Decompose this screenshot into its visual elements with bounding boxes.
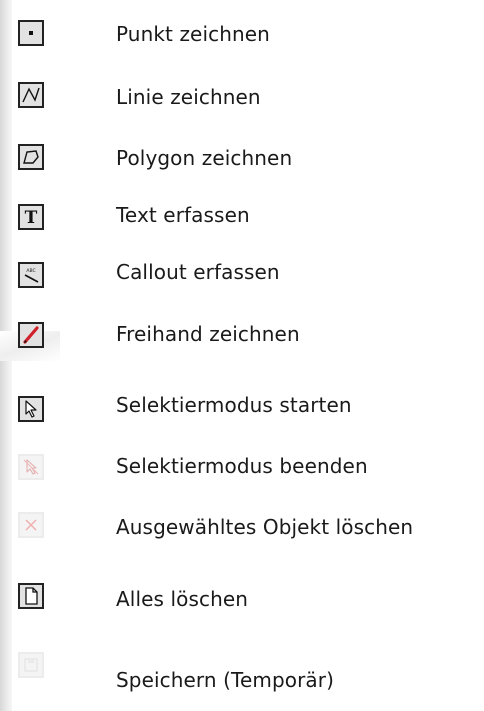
- tool-label-save: Speichern (Temporär): [116, 668, 334, 692]
- tool-row-line: Linie zeichnen: [0, 78, 484, 118]
- tool-label-polygon: Polygon zeichnen: [116, 146, 293, 170]
- tool-row-save: Speichern (Temporär): [0, 650, 484, 692]
- tool-label-point: Punkt zeichnen: [116, 22, 270, 46]
- draw-polygon-button[interactable]: [18, 144, 44, 170]
- tool-row-select-start: Selektiermodus starten: [0, 390, 484, 430]
- tool-row-polygon: Polygon zeichnen: [0, 140, 484, 180]
- save-icon: [24, 658, 38, 672]
- tool-row-select-end: Selektiermodus beenden: [0, 448, 484, 488]
- text-icon: T: [25, 208, 38, 228]
- tool-row-freehand: Freihand zeichnen: [0, 318, 484, 358]
- end-select-mode-button[interactable]: [18, 454, 44, 480]
- draw-line-button[interactable]: [18, 82, 44, 108]
- tool-label-callout: Callout erfassen: [116, 260, 280, 284]
- svg-text:ABC: ABC: [26, 268, 35, 274]
- tool-label-clear-all: Alles löschen: [116, 587, 249, 611]
- point-icon: [29, 31, 33, 35]
- tool-row-delete-selected: Ausgewähltes Objekt löschen: [0, 508, 484, 548]
- line-icon: [22, 87, 40, 103]
- polygon-icon: [23, 150, 39, 164]
- tool-row-text: T Text erfassen: [0, 198, 484, 238]
- tool-label-freehand: Freihand zeichnen: [116, 322, 300, 346]
- new-document-icon: [25, 587, 38, 605]
- tool-label-delete-selected: Ausgewähltes Objekt löschen: [116, 515, 414, 539]
- svg-text:T: T: [25, 208, 38, 228]
- draw-point-button[interactable]: [18, 20, 44, 46]
- delete-x-icon: [25, 519, 37, 531]
- tool-label-select-start: Selektiermodus starten: [116, 393, 352, 417]
- freehand-draw-button[interactable]: [18, 322, 44, 348]
- tool-row-point: Punkt zeichnen: [0, 14, 484, 54]
- tool-row-clear-all: Alles löschen: [0, 580, 484, 620]
- start-select-mode-button[interactable]: [18, 396, 44, 422]
- select-arrow-icon: [25, 400, 37, 418]
- callout-icon: ABC: [24, 268, 39, 283]
- tool-row-callout: ABC Callout erfassen: [0, 256, 484, 296]
- tool-label-line: Linie zeichnen: [116, 85, 261, 109]
- freehand-pencil-icon: [23, 326, 39, 344]
- tool-label-select-end: Selektiermodus beenden: [116, 454, 368, 478]
- delete-selected-button[interactable]: [18, 512, 44, 538]
- select-end-icon: [23, 459, 39, 475]
- save-temporary-button[interactable]: [18, 652, 44, 678]
- tool-label-text: Text erfassen: [116, 203, 250, 227]
- add-text-button[interactable]: T: [18, 204, 44, 230]
- clear-all-button[interactable]: [18, 583, 44, 609]
- add-callout-button[interactable]: ABC: [18, 262, 44, 288]
